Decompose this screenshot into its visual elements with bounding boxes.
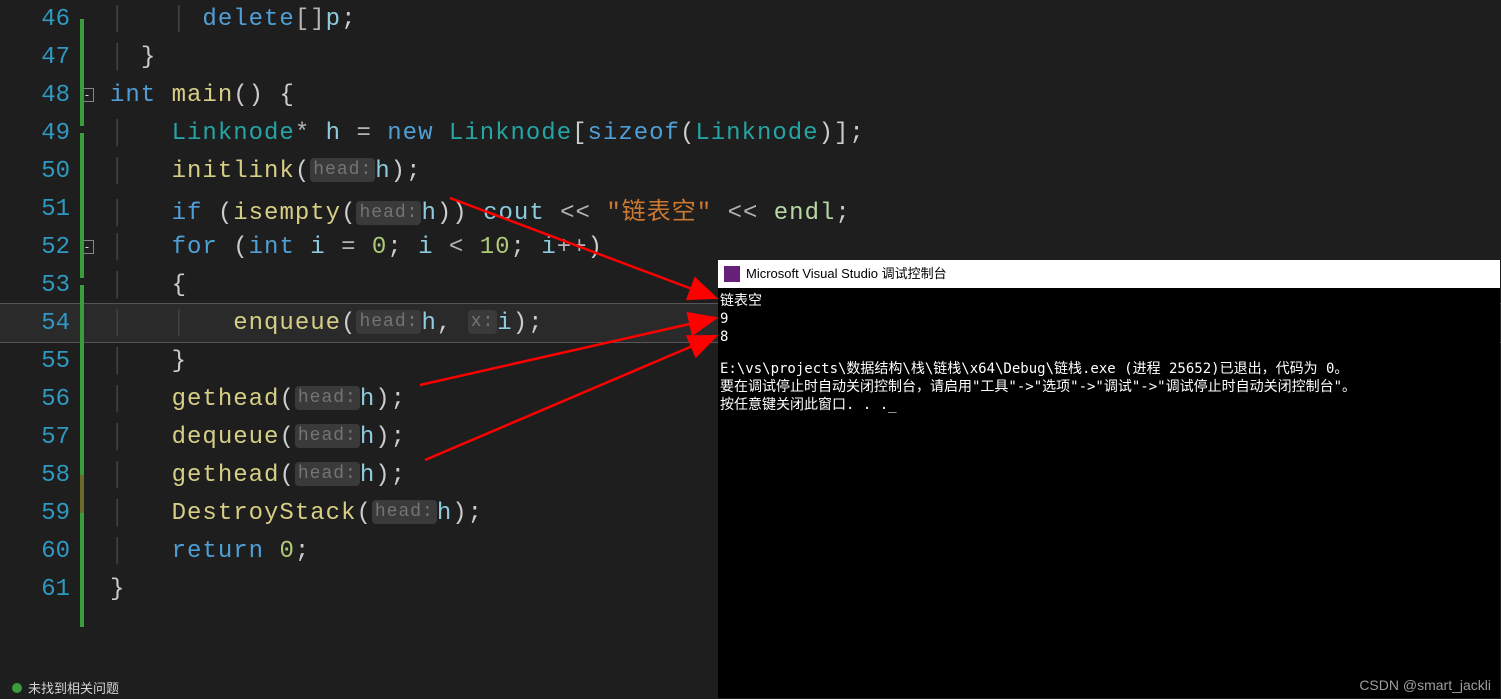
- code-line[interactable]: │ │ delete[]p;: [110, 6, 1501, 33]
- debug-console-window[interactable]: Microsoft Visual Studio 调试控制台 链表空 9 8 E:…: [718, 260, 1500, 698]
- status-dot-icon: [12, 683, 22, 693]
- line-number: 56: [0, 386, 80, 413]
- console-line: 要在调试停止时自动关闭控制台，请启用"工具"->"选项"->"调试"->"调试停…: [720, 378, 1498, 396]
- line-number: 50: [0, 158, 80, 185]
- line-number: 54: [0, 310, 80, 337]
- line-number: 48: [0, 82, 80, 109]
- line-number: 46: [0, 6, 80, 33]
- console-line: 9: [720, 310, 1498, 328]
- console-title: Microsoft Visual Studio 调试控制台: [746, 260, 947, 288]
- line-number: 53: [0, 272, 80, 299]
- console-line: 按任意键关闭此窗口. . ._: [720, 396, 1498, 414]
- code-line[interactable]: │ for (int i = 0; i < 10; i++): [110, 234, 1501, 261]
- vs-icon: [724, 266, 740, 282]
- line-number: 47: [0, 44, 80, 71]
- code-line[interactable]: int main() {: [110, 82, 1501, 109]
- line-number: 61: [0, 576, 80, 603]
- line-number: 51: [0, 196, 80, 223]
- line-number: 55: [0, 348, 80, 375]
- line-number: 49: [0, 120, 80, 147]
- line-number: 57: [0, 424, 80, 451]
- console-output[interactable]: 链表空 9 8 E:\vs\projects\数据结构\栈\链栈\x64\Deb…: [718, 288, 1500, 418]
- code-line[interactable]: │ }: [110, 44, 1501, 71]
- code-line[interactable]: │ if (isempty(head:h)) cout << "链表空" << …: [110, 191, 1501, 227]
- console-line: 链表空: [720, 292, 1498, 310]
- code-line[interactable]: │ Linknode* h = new Linknode[sizeof(Link…: [110, 120, 1501, 147]
- line-number: 59: [0, 500, 80, 527]
- line-number: 52: [0, 234, 80, 261]
- console-line: E:\vs\projects\数据结构\栈\链栈\x64\Debug\链栈.ex…: [720, 360, 1498, 378]
- line-number: 60: [0, 538, 80, 565]
- status-text: 未找到相关问题: [28, 678, 119, 697]
- watermark: CSDN @smart_jackli: [1359, 677, 1491, 693]
- status-bar: 未找到相关问题: [12, 678, 119, 697]
- console-titlebar[interactable]: Microsoft Visual Studio 调试控制台: [718, 260, 1500, 288]
- code-line[interactable]: │ initlink(head:h);: [110, 158, 1501, 185]
- line-number: 58: [0, 462, 80, 489]
- console-line: 8: [720, 328, 1498, 346]
